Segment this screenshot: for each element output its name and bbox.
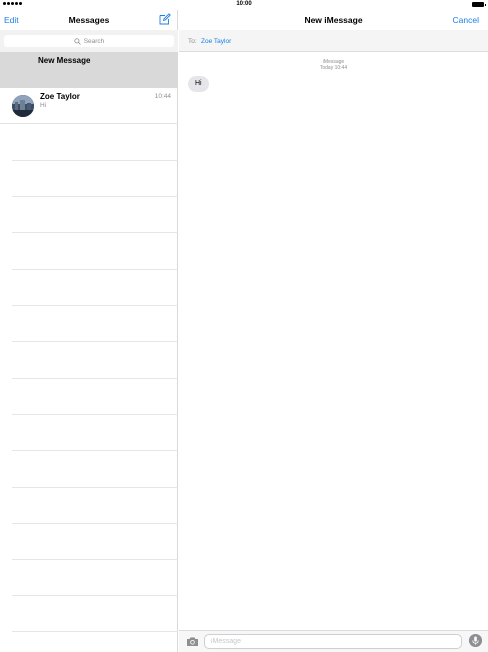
message-input-bar: [179, 630, 488, 652]
conversation-time: 10:44: [154, 93, 171, 100]
list-separator: [12, 559, 178, 560]
new-message-label: New Message: [38, 56, 91, 65]
recipient-name[interactable]: Zoe Taylor: [201, 38, 231, 45]
list-separator: [12, 378, 178, 379]
message-timestamp: iMessage Today 10:44: [179, 59, 488, 71]
new-message-row[interactable]: New Message: [0, 52, 178, 88]
message-input[interactable]: [204, 634, 462, 649]
right-navigation-bar: New iMessage Cancel: [179, 10, 488, 30]
status-time: 10:00: [236, 1, 252, 7]
list-separator: [12, 414, 178, 415]
compose-pane: New iMessage Cancel To: Zoe Taylor iMess…: [179, 10, 488, 652]
microphone-icon[interactable]: [469, 634, 482, 647]
recipient-field[interactable]: To: Zoe Taylor: [179, 30, 488, 52]
to-label: To:: [188, 38, 197, 45]
new-imessage-title: New iMessage: [304, 15, 363, 25]
left-navigation-bar: Edit Messages: [0, 10, 178, 30]
list-separator: [12, 269, 178, 270]
battery-icon: [472, 2, 486, 7]
avatar-photo-icon: [12, 95, 34, 117]
message-time-label: Today 10:44: [319, 65, 348, 71]
messages-title: Messages: [68, 15, 110, 25]
list-separator: [12, 196, 178, 197]
conversation-row-zoe-taylor[interactable]: Zoe Taylor 10:44 Hi: [0, 88, 178, 124]
list-separator: [12, 487, 178, 488]
list-separator: [12, 595, 178, 596]
camera-icon[interactable]: [186, 636, 199, 647]
search-placeholder: Search: [83, 37, 105, 45]
list-separator: [12, 232, 178, 233]
conversation-list-pane: Edit Messages Search New Message Zoe Tay…: [0, 10, 178, 652]
list-separator: [12, 160, 178, 161]
message-bubble[interactable]: Hi: [188, 76, 209, 92]
conversation-preview: Hi: [40, 102, 47, 109]
list-separator: [12, 631, 178, 632]
list-separator: [12, 305, 178, 306]
list-separator: [12, 523, 178, 524]
compose-icon[interactable]: [159, 13, 171, 25]
cancel-button[interactable]: Cancel: [453, 15, 479, 25]
avatar: [12, 95, 34, 117]
search-input[interactable]: Search: [4, 35, 174, 47]
search-bar: Search: [0, 30, 178, 52]
search-icon: [74, 37, 81, 45]
list-separator: [12, 450, 178, 451]
conversation-name: Zoe Taylor: [40, 92, 80, 101]
status-bar: 10:00: [0, 0, 488, 10]
list-separator: [12, 341, 178, 342]
